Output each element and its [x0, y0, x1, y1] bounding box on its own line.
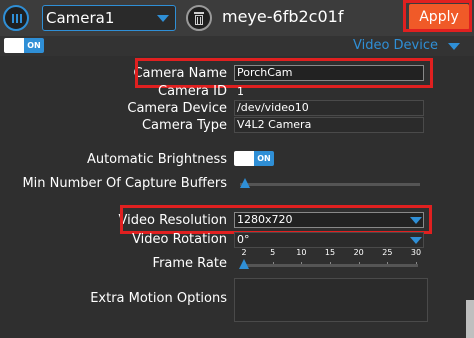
camera-type-value: V4L2 Camera	[234, 117, 424, 133]
min-buffers-label: Min Number Of Capture Buffers	[22, 176, 227, 191]
menu-icon	[12, 14, 14, 23]
min-buffers-slider-thumb[interactable]	[240, 178, 250, 188]
camera-select[interactable]: Camera1	[42, 5, 176, 31]
frame-rate-slider[interactable]	[244, 264, 418, 267]
chevron-down-icon[interactable]	[448, 43, 460, 50]
frame-rate-slider-thumb[interactable]	[239, 259, 249, 269]
chevron-down-icon	[157, 15, 169, 22]
device-id-label: meye-6fb2c01f	[222, 7, 344, 26]
frame-rate-tick-label: 25	[382, 248, 393, 257]
frame-rate-tick-label: 10	[296, 248, 307, 257]
delete-camera-button[interactable]	[186, 5, 212, 31]
frame-rate-tick-label: 15	[324, 248, 336, 257]
frame-rate-tick-label: 5	[270, 248, 276, 257]
camera-id-label: Camera ID	[158, 84, 227, 99]
frame-rate-tick-label: 2	[241, 248, 247, 257]
camera-id-value: 1	[237, 85, 244, 98]
frame-rate-tick-label: 20	[353, 248, 364, 257]
min-buffers-slider[interactable]	[240, 183, 420, 186]
section-title[interactable]: Video Device	[353, 38, 438, 53]
camera-select-value: Camera1	[46, 9, 115, 27]
video-resolution-highlight-box	[120, 205, 432, 234]
extra-motion-options-label: Extra Motion Options	[90, 291, 227, 306]
camera-type-label: Camera Type	[141, 118, 227, 133]
toggle-on-label: ON	[24, 38, 44, 53]
toggle-on-label: ON	[254, 151, 274, 166]
extra-motion-options-textarea[interactable]	[234, 278, 428, 322]
auto-brightness-toggle[interactable]: ON	[234, 151, 274, 166]
video-rotation-label: Video Rotation	[132, 232, 227, 247]
video-device-toggle[interactable]: ON	[4, 38, 44, 53]
scrollbar[interactable]	[466, 300, 474, 338]
camera-device-value: /dev/video10	[234, 100, 424, 116]
video-rotation-select[interactable]: 0°	[234, 232, 424, 248]
apply-highlight-box	[403, 0, 472, 32]
frame-rate-tick-label: 30	[410, 248, 422, 257]
menu-button[interactable]	[3, 5, 29, 31]
camera-device-label: Camera Device	[127, 101, 227, 116]
auto-brightness-label: Automatic Brightness	[86, 152, 227, 167]
chevron-down-icon[interactable]	[410, 237, 422, 244]
frame-rate-label: Frame Rate	[152, 256, 227, 271]
trash-icon	[194, 12, 204, 14]
